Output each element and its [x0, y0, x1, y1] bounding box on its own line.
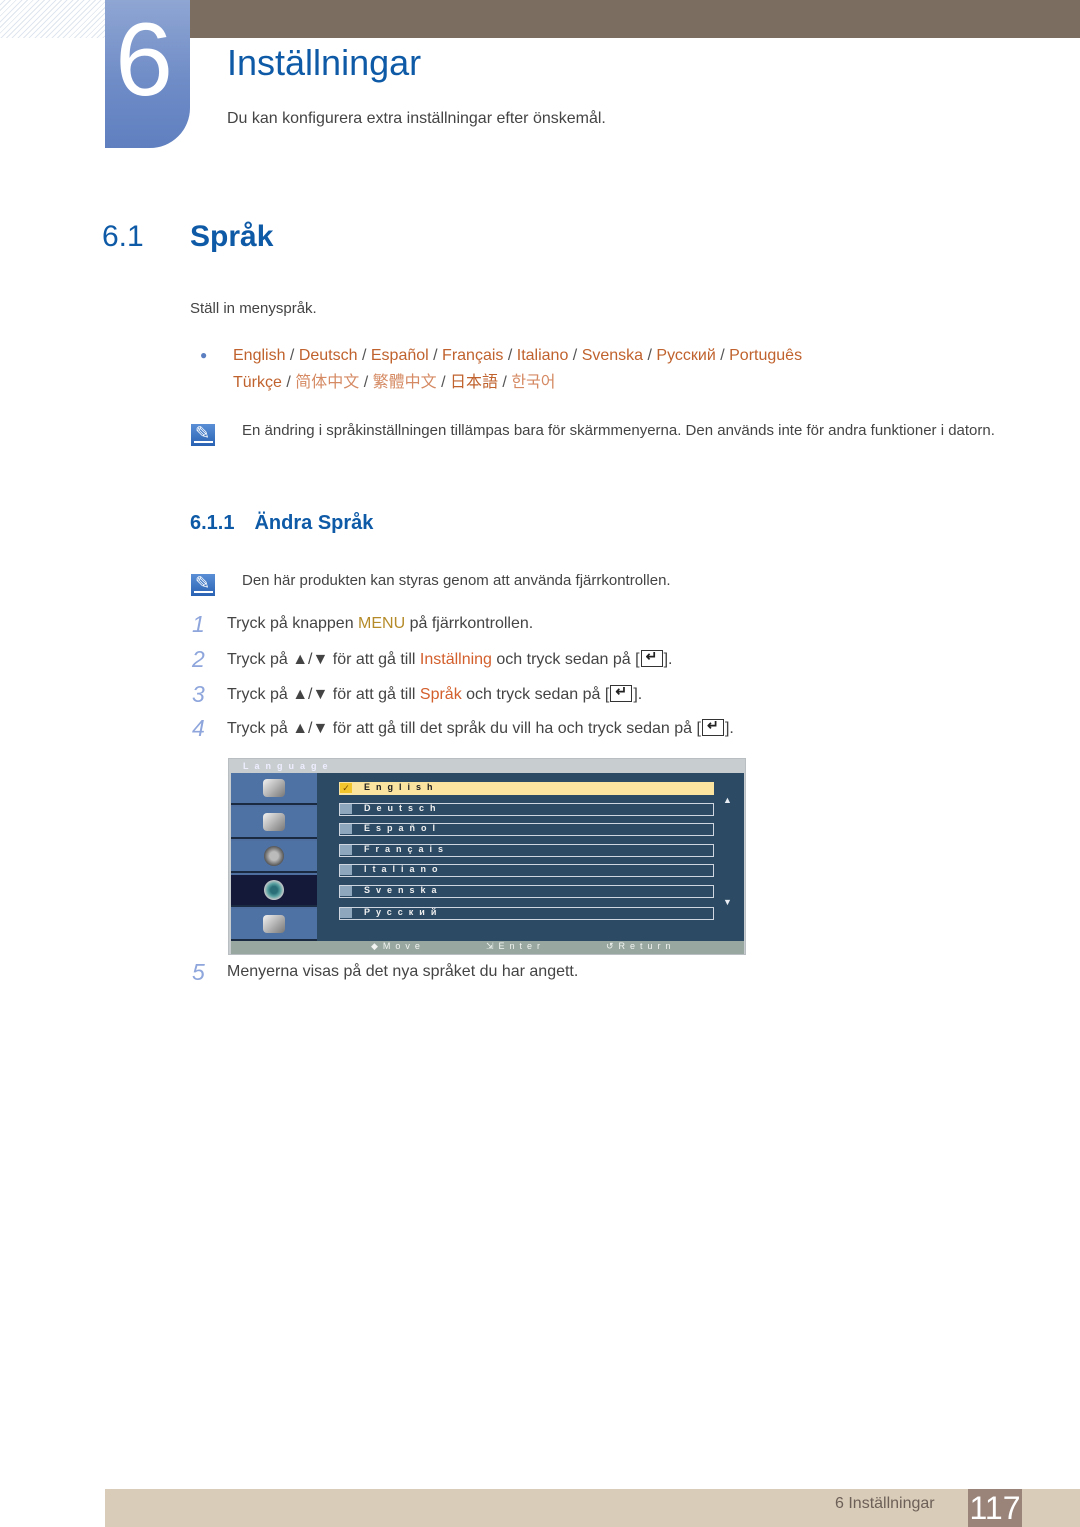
- step-text: Tryck på ▲/▼ för att gå till det språk d…: [227, 717, 734, 738]
- step-text: Menyerna visas på det nya språket du har…: [227, 963, 579, 980]
- step-number: 3: [192, 681, 205, 707]
- picture-icon: [263, 813, 285, 831]
- osd-language-option[interactable]: Svenska: [339, 885, 714, 898]
- language-link[interactable]: Italiano: [517, 347, 569, 364]
- subsection-title: Ändra Språk: [254, 512, 374, 534]
- note-icon: ✎: [191, 422, 217, 446]
- footer-chapter-label: 6 Inställningar: [835, 1495, 935, 1512]
- separator: /: [503, 347, 517, 364]
- chapter-number: 6: [115, 2, 173, 118]
- osd-language-option[interactable]: Français: [339, 844, 714, 857]
- osd-side-item-sound[interactable]: [231, 841, 317, 873]
- checkmark-icon: ✓: [340, 783, 352, 793]
- osd-language-option[interactable]: Español: [339, 823, 714, 836]
- enter-key-icon: [610, 683, 633, 702]
- menu-item-ref: Inställning: [419, 651, 492, 668]
- step-text: Tryck på ▲/▼ för att gå till Språk och t…: [227, 683, 642, 704]
- osd-language-menu: Language ✓ English Deutsch Español França…: [228, 758, 746, 955]
- step-number: 5: [192, 959, 205, 985]
- step-number: 4: [192, 715, 205, 741]
- osd-side-item-picture[interactable]: [231, 807, 317, 839]
- separator: /: [568, 347, 582, 364]
- setup-icon: [264, 880, 284, 900]
- separator: /: [497, 374, 512, 391]
- step-number: 2: [192, 646, 205, 672]
- separator: /: [357, 347, 371, 364]
- osd-sidebar: [231, 773, 317, 941]
- step-text: Tryck på knappen MENU på fjärrkontrollen…: [227, 615, 534, 632]
- separator: /: [715, 347, 730, 364]
- osd-side-item-setup[interactable]: [231, 875, 317, 907]
- osd-side-item-multi-screen[interactable]: [231, 909, 317, 941]
- multi-screen-icon: [263, 915, 285, 933]
- step-text: Tryck på ▲/▼ för att gå till Inställning…: [227, 648, 672, 669]
- osd-language-option[interactable]: ✓ English: [339, 782, 714, 795]
- separator: /: [359, 374, 373, 391]
- osd-side-item-input[interactable]: [231, 773, 317, 805]
- language-link[interactable]: 日本語: [450, 374, 498, 391]
- language-link[interactable]: 简体中文: [295, 374, 359, 391]
- osd-title: Language: [243, 761, 334, 771]
- language-link[interactable]: 繁體中文: [373, 374, 437, 391]
- subsection-note: Den här produkten kan styras genom att a…: [242, 572, 671, 589]
- language-link[interactable]: Русский: [656, 347, 715, 364]
- osd-language-option[interactable]: Русский: [339, 907, 714, 920]
- osd-move-hint: ◆Move: [371, 941, 425, 951]
- subsection-number: 6.1.1: [190, 512, 235, 534]
- language-link[interactable]: Deutsch: [299, 347, 358, 364]
- separator: /: [428, 347, 443, 364]
- language-link[interactable]: Português: [729, 347, 802, 364]
- osd-return-hint: ↺Return: [606, 941, 676, 951]
- language-link[interactable]: Français: [442, 347, 503, 364]
- language-link[interactable]: Türkçe: [233, 374, 282, 391]
- language-link[interactable]: 한국어: [511, 374, 555, 391]
- separator: /: [281, 374, 296, 391]
- osd-language-option[interactable]: Deutsch: [339, 803, 714, 816]
- separator: /: [643, 347, 657, 364]
- language-list-line-2: Türkçe / 简体中文 / 繁體中文 / 日本語 / 한국어: [233, 368, 556, 392]
- language-list-line-1: English / Deutsch / Español / Français /…: [233, 347, 802, 365]
- scroll-down-icon[interactable]: ▼: [723, 897, 732, 907]
- section-title: Språk: [190, 220, 274, 253]
- chapter-subtitle: Du kan konfigurera extra inställningar e…: [227, 110, 606, 127]
- language-link[interactable]: Svenska: [582, 347, 643, 364]
- osd-body: ✓ English Deutsch Español Français Italia…: [231, 773, 744, 941]
- menu-key-label: MENU: [358, 615, 406, 632]
- header-band: [190, 0, 1080, 38]
- osd-footer: ◆Move ⇲Enter ↺Return: [231, 941, 744, 954]
- note-icon: ✎: [191, 572, 217, 596]
- bullet-icon: ●: [200, 348, 208, 362]
- page-number: 117: [968, 1489, 1022, 1527]
- scroll-up-icon[interactable]: ▲: [723, 795, 732, 805]
- enter-key-icon: [701, 717, 724, 736]
- osd-enter-hint: ⇲Enter: [486, 941, 546, 951]
- language-link[interactable]: English: [233, 347, 285, 364]
- menu-item-ref: Språk: [419, 686, 462, 703]
- header-hatch-decoration: [0, 0, 105, 38]
- separator: /: [285, 347, 299, 364]
- chapter-title: Inställningar: [227, 42, 422, 83]
- subsection-heading: 6.1.1 Ändra Språk: [190, 512, 373, 535]
- input-icon: [263, 779, 285, 797]
- separator: /: [436, 374, 450, 391]
- sound-icon: [264, 846, 284, 866]
- section-number: 6.1: [102, 220, 144, 253]
- osd-language-option[interactable]: Italiano: [339, 864, 714, 877]
- enter-key-icon: [640, 648, 663, 667]
- step-number: 1: [192, 611, 205, 637]
- section-intro: Ställ in menyspråk.: [190, 300, 317, 317]
- language-link[interactable]: Español: [371, 347, 429, 364]
- section-note: En ändring i språkinställningen tillämpa…: [242, 422, 995, 439]
